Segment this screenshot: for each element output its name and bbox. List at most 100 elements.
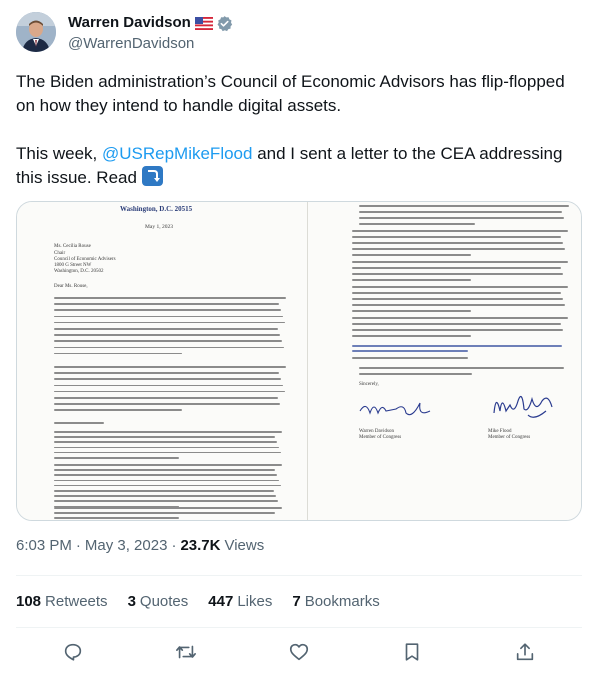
letter-text-line	[352, 273, 563, 275]
views-label: Views	[224, 537, 265, 554]
letter-text-line	[54, 309, 281, 311]
recipient-line: 1800 G Street NW	[54, 263, 92, 268]
letter-text-line	[54, 352, 182, 355]
engagement-stats: 108 Retweets 3 Quotes 447 Likes 7 Bookma…	[16, 590, 400, 612]
letter-text-line	[54, 328, 278, 330]
letter-text-line	[54, 507, 282, 509]
retweets-stat[interactable]: 108 Retweets	[16, 593, 108, 610]
like-button[interactable]	[287, 640, 311, 664]
letter-text-line	[359, 373, 472, 375]
letter-text-line	[54, 303, 279, 305]
tweet-media-image[interactable]: Washington, D.C. 20515 May 1, 2023 Ms. C…	[16, 201, 582, 521]
signer2-name: Mike Flood	[488, 429, 512, 434]
letter-text-line	[54, 479, 279, 482]
share-button[interactable]	[513, 640, 537, 664]
letter-text-line	[54, 340, 282, 342]
letter-text-line	[54, 469, 275, 471]
recipient-line: Council of Economic Advisers	[54, 257, 116, 262]
letter-text-line	[352, 323, 561, 325]
bookmarks-stat[interactable]: 7 Bookmarks	[292, 593, 379, 610]
letter-text-line	[54, 321, 285, 324]
tweet-paragraph-1: The Biden administration’s Council of Ec…	[16, 72, 565, 115]
letter-text-line	[54, 297, 286, 299]
letter-text-line	[54, 431, 282, 433]
recipient-line: Washington, D.C. 20502	[54, 269, 104, 274]
letter-text-line	[352, 335, 471, 337]
meta-separator: ·	[75, 537, 81, 554]
mention-link[interactable]: @USRepMikeFlood	[102, 144, 252, 163]
retweets-count: 108	[16, 592, 42, 610]
signature-mike-flood	[493, 395, 553, 418]
quotes-label: Quotes	[139, 592, 189, 610]
letter-text-line	[54, 397, 278, 399]
letter-text-line	[352, 261, 568, 263]
letter-text-line	[54, 372, 279, 374]
letter-text-line	[352, 286, 568, 288]
letter-text-line	[352, 317, 568, 319]
recipient-line: Ms. Cecilia Rouse	[54, 244, 91, 249]
letter-text-line	[352, 292, 561, 294]
letter-text-line	[54, 495, 276, 497]
tweet-text-segment: This week,	[16, 144, 102, 163]
letter-text-line	[352, 310, 471, 312]
signature-warren-davidson	[359, 402, 431, 416]
bookmark-button[interactable]	[400, 640, 424, 664]
letter-page-left: Washington, D.C. 20515 May 1, 2023 Ms. C…	[17, 202, 307, 520]
letter-text-line	[54, 422, 104, 424]
letter-text-line	[54, 436, 275, 438]
retweet-button[interactable]	[174, 640, 198, 664]
letter-text-line	[352, 345, 562, 347]
bookmarks-label: Bookmarks	[304, 592, 380, 610]
letter-text-line	[54, 464, 282, 466]
letter-closing: Sincerely,	[359, 382, 379, 387]
likes-count: 447	[208, 592, 234, 610]
letter-text-line	[359, 211, 562, 213]
letter-text-line	[54, 334, 280, 336]
letter-salutation: Dear Ms. Rouse,	[54, 284, 88, 289]
views-count: 23.7K	[180, 537, 221, 554]
avatar[interactable]	[16, 12, 56, 52]
bookmarks-count: 7	[292, 592, 301, 610]
quotes-stat[interactable]: 3 Quotes	[128, 593, 189, 610]
letterhead: Washington, D.C. 20515	[120, 205, 193, 213]
letter-page-right: Sincerely, Warren Davidson Member of Con…	[308, 202, 581, 520]
tweet-text: The Biden administration’s Council of Ec…	[16, 70, 576, 190]
letter-text-line	[54, 451, 281, 454]
letter-text-line	[359, 223, 475, 225]
letter-text-line	[352, 279, 471, 281]
letter-text-line	[352, 242, 563, 244]
action-bar	[16, 640, 582, 664]
letter-text-line	[352, 329, 563, 331]
quotes-count: 3	[127, 592, 136, 610]
letter-text-line	[54, 490, 274, 492]
letter-text-line	[54, 346, 284, 349]
reply-button[interactable]	[61, 640, 85, 664]
letter-text-line	[54, 378, 281, 380]
tweet-header: Warren Davidson @WarrenDavidson	[16, 12, 582, 56]
letter-text-line	[352, 298, 563, 300]
author-handle[interactable]: @WarrenDavidson	[68, 34, 233, 54]
letter-text-line	[352, 304, 565, 306]
recipient-line: Chair	[54, 251, 66, 256]
us-flag-icon	[194, 16, 213, 30]
retweet-icon	[176, 645, 196, 659]
tweet-date[interactable]: May 3, 2023	[85, 536, 168, 556]
letter-date: May 1, 2023	[145, 224, 173, 230]
letter-text-line	[54, 409, 182, 411]
author-display-name[interactable]: Warren Davidson	[68, 13, 191, 33]
letter-text-line	[352, 230, 568, 232]
letter-text-line	[54, 500, 278, 502]
letter-text-line	[54, 446, 279, 449]
letter-text-line	[54, 384, 283, 387]
verified-badge-icon[interactable]	[216, 15, 233, 32]
divider-bottom	[16, 627, 582, 628]
reply-icon	[64, 643, 82, 661]
likes-stat[interactable]: 447 Likes	[208, 593, 272, 610]
letter-text-line	[352, 350, 468, 352]
letter-text-line	[54, 390, 285, 393]
signer1-title: Member of Congress	[359, 435, 402, 440]
likes-label: Likes	[237, 592, 273, 610]
letter-text-line	[352, 254, 471, 256]
letter-text-line	[54, 366, 286, 368]
tweet-time[interactable]: 6:03 PM	[16, 536, 72, 556]
